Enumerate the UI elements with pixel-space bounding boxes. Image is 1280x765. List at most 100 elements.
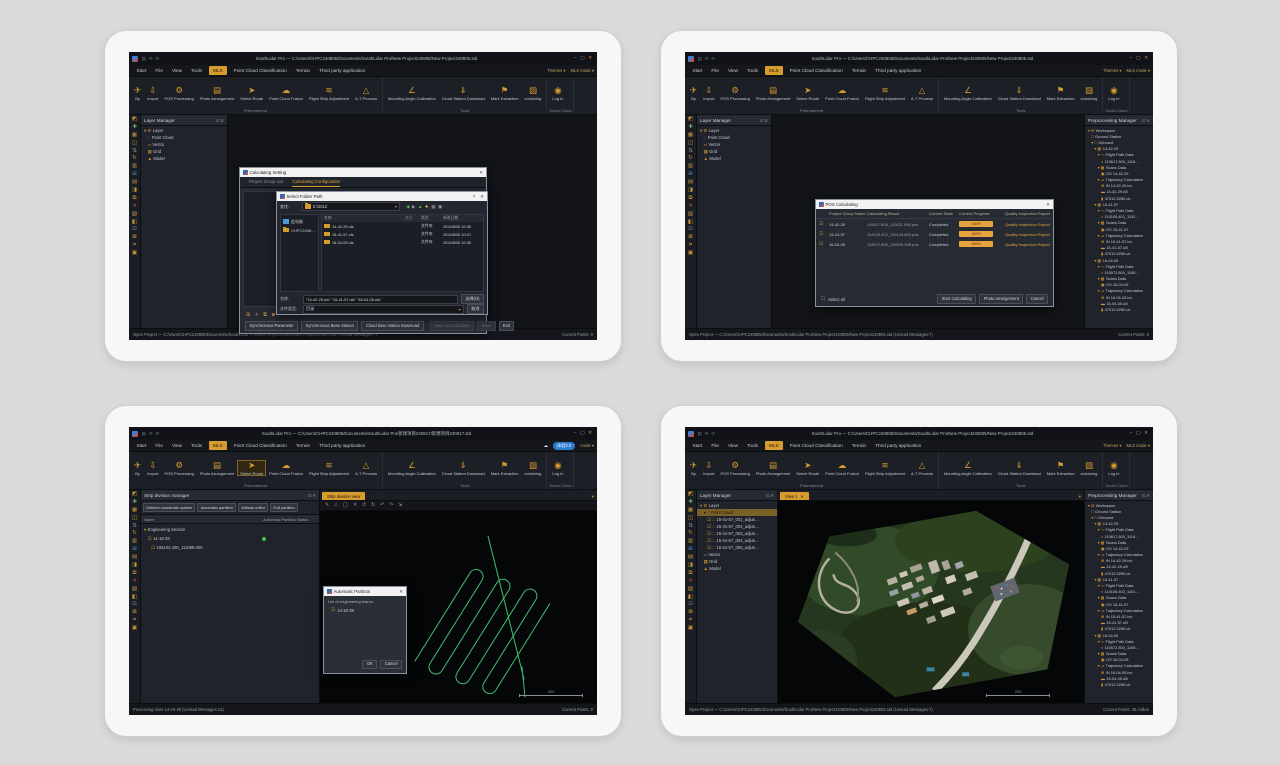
redo-icon[interactable]: ⟳	[712, 56, 716, 62]
view-tool-icon[interactable]: ↷	[389, 503, 393, 508]
maximize-button[interactable]: ▢	[580, 56, 585, 61]
table-row[interactable]: ☑ 16-04-05 115572.800_116525.398.pos Com…	[816, 239, 1053, 249]
close-button[interactable]: ✕	[588, 56, 592, 61]
tree-item[interactable]: ▲Model	[141, 155, 227, 162]
ok-button[interactable]: OK	[362, 660, 377, 670]
side-tool-icon[interactable]: ✚	[132, 125, 137, 131]
toolbar-button[interactable]: ▤Photo Arrangement	[197, 460, 237, 476]
toolbar-button[interactable]: ⚙POS Processing	[717, 460, 752, 476]
table-row[interactable]: ☑ 15-41-57 114105.402_115144.600.pos Com…	[816, 229, 1053, 239]
dialog-close-icon[interactable]: ✕	[399, 589, 403, 595]
side-tool-icon[interactable]: ↻	[688, 156, 693, 162]
view-tool-icon[interactable]: ✕	[353, 503, 357, 508]
dialog-button[interactable]: Start Calculating	[937, 294, 976, 304]
team-checkbox-item[interactable]: ☑ 14-18-39	[324, 605, 406, 615]
menu-item[interactable]: Third party application	[315, 65, 370, 76]
close-tab-icon[interactable]: ✕	[801, 494, 804, 499]
menu-item[interactable]: Point Cloud Classification	[229, 65, 291, 76]
menu-item[interactable]: Start	[132, 440, 151, 451]
side-tool-icon[interactable]: ⇅	[688, 524, 693, 530]
side-tool-icon[interactable]: ⊞	[688, 547, 693, 553]
dialog-close-icon[interactable]: ✕	[1046, 202, 1050, 208]
menu-item[interactable]: Third party application	[871, 440, 926, 451]
column-name[interactable]: 名称	[324, 216, 403, 221]
toolbar-button[interactable]: ≋Flight Strip Adjustment	[862, 85, 908, 101]
select-all-checkbox[interactable]: ☐	[821, 296, 825, 302]
row-checkbox[interactable]: ☑	[819, 241, 829, 247]
panel-controls-icon[interactable]: ⊡ ✕	[760, 118, 768, 123]
place-user-folder[interactable]: CHPC2408…	[281, 226, 318, 234]
toolbar-button[interactable]: ◉Log In	[1105, 85, 1122, 101]
chevron-down-icon[interactable]: ▾	[1076, 494, 1084, 500]
strip-action-button[interactable]: Defined coordinate system	[143, 503, 195, 512]
toolbar-button[interactable]: ≋Flight Strip Adjustment	[862, 460, 908, 476]
toolbar-button[interactable]: ⇓Cloud Station Download	[995, 460, 1044, 476]
toolbar-button[interactable]: ◉Log In	[549, 460, 566, 476]
side-tool-icon[interactable]: ⇅	[132, 524, 137, 530]
menu-item[interactable]: MLS	[765, 441, 784, 450]
menu-item[interactable]: Third party application	[871, 65, 926, 76]
toolbar-button[interactable]: ⇓Cloud Station Download	[995, 85, 1044, 101]
tree-item[interactable]: ▦Grid	[697, 148, 771, 155]
mode-menu[interactable]: mode ▾	[580, 443, 594, 448]
quality-report-link[interactable]: Quality Inspection Report	[1005, 242, 1050, 247]
tree-item[interactable]: ☑ ∴15-41-57_004_adjus…	[697, 537, 777, 544]
side-tool-icon[interactable]: ◩	[688, 117, 693, 123]
toolbar-button[interactable]: ⇓Cloud Station Download	[439, 460, 488, 476]
menu-item[interactable]: Terrain	[847, 65, 870, 76]
toolbar-button[interactable]: ⇓Cloud Station Download	[439, 85, 488, 101]
toolbar-button[interactable]: ∠Mounting Angle Calibration	[941, 460, 995, 476]
side-tool-icon[interactable]: ▧	[688, 212, 693, 218]
side-tool-icon[interactable]: ⊞	[132, 172, 137, 178]
tree-item[interactable]: ▱Vector	[141, 141, 227, 148]
undo-icon[interactable]: ⟲	[705, 56, 709, 62]
tree-item[interactable]: ▮47012.5280.uh	[1085, 306, 1153, 312]
dialog-button[interactable]: Cancel	[1026, 294, 1048, 304]
tree-item[interactable]: ▲Model	[697, 565, 777, 572]
dialog-tool-icon[interactable]: ＋	[254, 311, 259, 318]
toolbar-button[interactable]: ⚙POS Processing	[717, 85, 752, 101]
side-tool-icon[interactable]: ⊞	[688, 172, 693, 178]
toolbar-button[interactable]: ✈By	[131, 85, 144, 101]
tree-item[interactable]: ▾ ∴Point Cloud	[697, 509, 777, 516]
menu-item[interactable]: View	[167, 65, 186, 76]
file-row[interactable]: 14-42-29.uls 文件夹 2024/8/26 10:36	[322, 222, 483, 230]
tree-item[interactable]: ▾Engineering Section	[141, 525, 319, 534]
dialog-tool-icon[interactable]: ⊞	[246, 312, 250, 318]
tree-item[interactable]: ☑ ∴15-41-57_002_adjus…	[697, 523, 777, 530]
panel-controls-icon[interactable]: ⊡ ✕	[766, 493, 774, 498]
toolbar-button[interactable]: ⚑Mark Extraction	[1044, 460, 1078, 476]
menu-item[interactable]: View	[723, 440, 742, 451]
tree-item[interactable]: ▾ ⚙Layer	[697, 502, 777, 509]
side-tool-icon[interactable]: ◫	[132, 516, 137, 522]
side-tool-icon[interactable]: ▤	[132, 180, 137, 186]
path-dropdown[interactable]: E:\2012▾	[302, 202, 400, 211]
quality-report-link[interactable]: Quality Inspection Report	[1005, 222, 1050, 227]
tree-item[interactable]: ▾ ⚙Layer	[697, 127, 771, 134]
side-tool-icon[interactable]: ⇅	[132, 149, 137, 155]
side-tool-icon[interactable]: ⌗	[133, 243, 136, 249]
close-button[interactable]: ✕	[1144, 431, 1148, 436]
side-tool-icon[interactable]: ✕	[688, 204, 693, 210]
toolbar-button[interactable]: ➤Select Route	[237, 85, 266, 101]
menu-item[interactable]: Point Cloud Classification	[785, 440, 847, 451]
minimize-button[interactable]: –	[574, 56, 577, 61]
menu-item[interactable]: Third party application	[315, 440, 370, 451]
toolbar-button[interactable]: ✈By	[687, 460, 700, 476]
side-tool-icon[interactable]: ⧉	[689, 196, 693, 202]
view-tool-icon[interactable]: ↶	[380, 503, 384, 508]
toolbar-button[interactable]: ▤Photo Arrangement	[197, 85, 237, 101]
menu-item[interactable]: Tools	[743, 65, 763, 76]
side-tool-icon[interactable]: ⊠	[688, 610, 693, 616]
side-tool-icon[interactable]: ▥	[688, 164, 693, 170]
menu-item[interactable]: Terrain	[847, 440, 870, 451]
tree-item[interactable]: ▾ ⊿Trajectory Calculation	[1085, 607, 1153, 613]
column-name[interactable]: Name	[144, 517, 154, 522]
tree-item[interactable]: ▮47012.5280.uh	[1085, 681, 1153, 687]
view-tool-icon[interactable]: ⇲	[398, 503, 402, 508]
side-tool-icon[interactable]: ⊡	[688, 227, 693, 233]
strip-action-button[interactable]: Altitude editor	[238, 503, 268, 512]
view-tool-icon[interactable]: ✎	[325, 503, 329, 508]
menu-item[interactable]: Terrain	[291, 65, 314, 76]
toolbar-button[interactable]: ☁Point Cloud Fusion	[822, 460, 862, 476]
